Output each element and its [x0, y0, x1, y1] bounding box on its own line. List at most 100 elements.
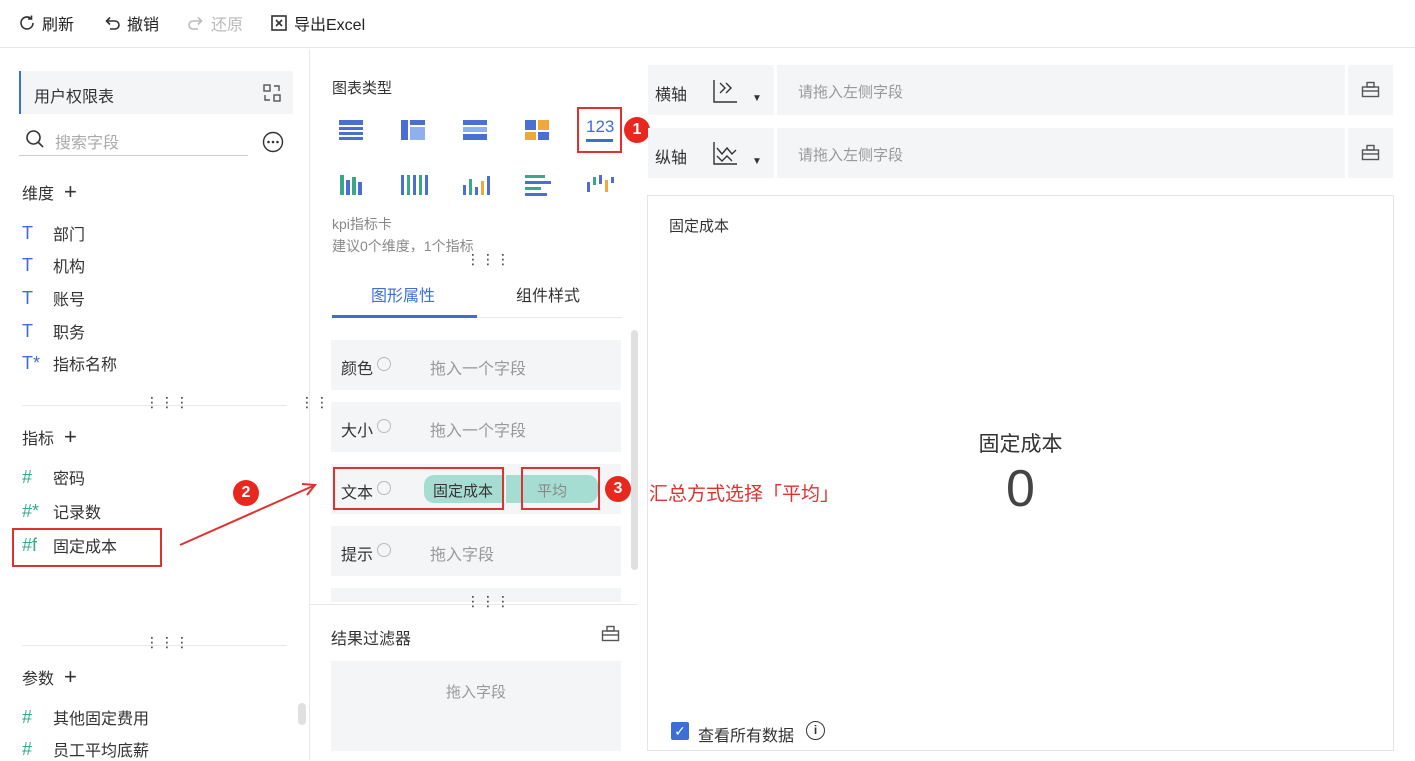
redo-icon	[188, 16, 203, 30]
arrow-icon	[179, 483, 317, 546]
undo-button[interactable]: 撤销	[103, 12, 159, 34]
y-axis-row: 纵轴 ▼ 请拖入左侧字段	[648, 128, 1393, 178]
dropdown-caret-icon[interactable]: ▼	[752, 156, 762, 167]
view-all-checkbox[interactable]: ✓	[671, 722, 689, 740]
horizontal-bar-icon[interactable]	[523, 172, 553, 198]
prop-label: 大小	[341, 423, 374, 440]
dimension-item[interactable]: T 账号	[22, 287, 86, 310]
field-label: 记录数	[53, 505, 102, 522]
dimension-item[interactable]: T* 指标名称	[22, 352, 118, 375]
dimension-item[interactable]: T 职务	[22, 320, 86, 343]
toolbar: 刷新 撤销 还原 导出Excel	[0, 0, 1415, 48]
tab-component-style[interactable]: 组件样式	[516, 282, 580, 306]
more-icon[interactable]	[262, 131, 284, 153]
resize-handle-icon[interactable]: ⋮⋮⋮	[145, 634, 190, 651]
active-tab-indicator	[332, 315, 477, 318]
resize-handle-icon[interactable]: ⋮⋮⋮	[466, 593, 511, 610]
text-type-icon: T	[22, 320, 33, 341]
group-table-icon[interactable]	[399, 117, 429, 143]
redo-button[interactable]: 还原	[187, 12, 243, 34]
settings-icon[interactable]	[377, 543, 391, 557]
text-type-icon: T	[22, 222, 33, 243]
refresh-button[interactable]: 刷新	[18, 12, 74, 34]
calc-text-type-icon: T*	[22, 352, 40, 373]
switch-table-icon[interactable]	[262, 83, 282, 103]
add-dimension-icon[interactable]: +	[64, 181, 77, 203]
y-axis-icon[interactable]	[711, 140, 739, 166]
redo-label: 还原	[211, 17, 244, 34]
axis-settings-icon	[1361, 81, 1380, 98]
tooltip-drop-zone[interactable]: 提示 拖入字段	[331, 526, 621, 576]
highlight-box-1	[577, 107, 622, 153]
params-title: 参数	[22, 671, 55, 688]
filter-placeholder: 拖入字段	[445, 684, 506, 701]
view-all-label[interactable]: 查看所有数据	[698, 722, 794, 746]
export-icon	[271, 15, 287, 31]
axis-settings-icon	[1361, 144, 1380, 161]
highlight-box-3	[521, 467, 600, 510]
y-axis-label: 纵轴	[655, 150, 688, 167]
dimensions-header: 维度 +	[22, 180, 77, 204]
table-selector[interactable]: 用户权限表	[19, 71, 293, 114]
y-axis-settings[interactable]	[1348, 128, 1393, 178]
info-icon[interactable]: i	[806, 721, 825, 740]
resize-handle-icon[interactable]: ⋮⋮⋮	[145, 394, 190, 411]
x-axis-label: 横轴	[655, 87, 688, 104]
y-axis-label-cell: 纵轴 ▼	[648, 128, 774, 178]
cross-table-icon[interactable]	[461, 117, 491, 143]
grouped-bar-icon[interactable]	[337, 172, 367, 198]
x-axis-drop-zone[interactable]: 请拖入左侧字段	[777, 65, 1345, 115]
dimension-item[interactable]: T 部门	[22, 222, 86, 245]
table-name: 用户权限表	[34, 89, 115, 106]
field-label: 员工平均底薪	[53, 743, 150, 760]
treemap-icon[interactable]	[523, 117, 553, 143]
field-label: 指标名称	[53, 357, 118, 374]
settings-icon[interactable]	[377, 419, 391, 433]
x-axis-settings[interactable]	[1348, 65, 1393, 115]
tab-chart-props[interactable]: 图形属性	[371, 282, 435, 306]
divider	[22, 405, 287, 406]
scrollbar[interactable]	[298, 703, 306, 725]
kpi-value: 0	[1006, 460, 1035, 518]
param-item[interactable]: # 其他固定费用	[22, 706, 149, 729]
search-placeholder: 搜索字段	[55, 135, 120, 152]
filter-drop-zone[interactable]: 拖入字段	[331, 661, 621, 751]
divider	[22, 645, 287, 646]
add-param-icon[interactable]: +	[64, 666, 77, 688]
x-axis-icon[interactable]	[711, 78, 739, 104]
color-drop-zone[interactable]: 颜色 拖入一个字段	[331, 340, 621, 390]
chart-type-title: 图表类型	[332, 80, 393, 97]
kpi-card-preview: 固定成本 固定成本 0 ✓ 查看所有数据 i	[647, 195, 1394, 751]
result-filter-title: 结果过滤器	[331, 631, 412, 648]
field-label: 职务	[53, 325, 86, 342]
prop-placeholder: 拖入字段	[430, 547, 495, 564]
waterfall-icon[interactable]	[585, 172, 615, 198]
measure-item[interactable]: # 密码	[22, 466, 85, 489]
y-axis-drop-zone[interactable]: 请拖入左侧字段	[777, 128, 1345, 178]
add-measure-icon[interactable]: +	[64, 426, 77, 448]
measure-item[interactable]: #* 记录数	[22, 500, 102, 523]
measures-title: 指标	[22, 431, 55, 448]
param-type-icon: #	[22, 706, 33, 727]
filter-settings-icon[interactable]	[601, 625, 620, 642]
text-type-icon: T	[22, 287, 33, 308]
settings-icon[interactable]	[377, 357, 391, 371]
export-excel-button[interactable]: 导出Excel	[270, 12, 365, 34]
field-label: 账号	[53, 292, 86, 309]
stacked-bar-icon[interactable]	[399, 172, 429, 198]
dimension-item[interactable]: T 机构	[22, 254, 85, 277]
param-item[interactable]: # 员工平均底薪	[22, 738, 150, 761]
detail-table-icon[interactable]	[337, 117, 367, 143]
prop-label: 颜色	[341, 361, 374, 378]
field-label: 部门	[53, 227, 86, 244]
panel-resize-handle-icon[interactable]: ⋮⋮	[300, 394, 330, 411]
bar-chart-icon[interactable]	[461, 172, 491, 198]
size-drop-zone[interactable]: 大小 拖入一个字段	[331, 402, 621, 452]
scrollbar[interactable]	[631, 330, 638, 570]
undo-icon	[105, 16, 120, 30]
prop-label: 提示	[341, 547, 374, 564]
field-search[interactable]: 搜索字段	[19, 125, 248, 156]
dropdown-caret-icon[interactable]: ▼	[752, 93, 762, 104]
dimensions-title: 维度	[22, 186, 55, 203]
params-header: 参数 +	[22, 665, 77, 689]
